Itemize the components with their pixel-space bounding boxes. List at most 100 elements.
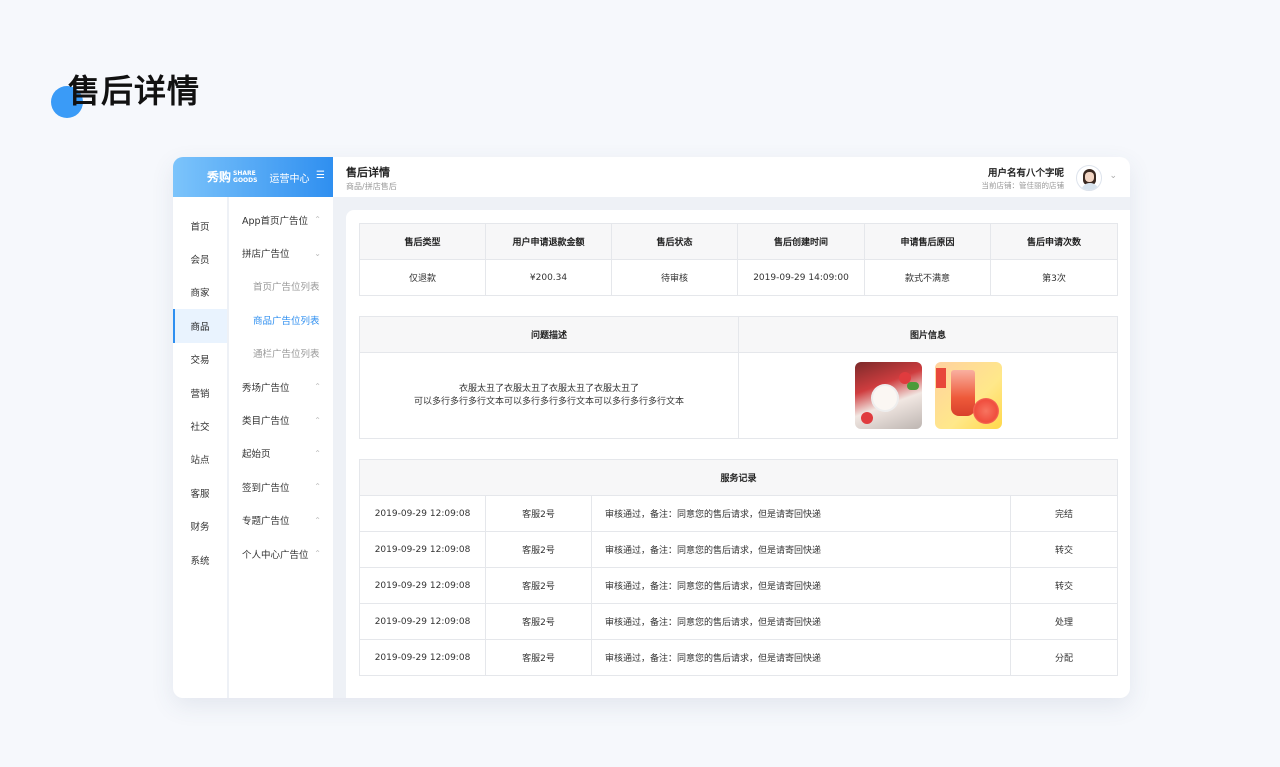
avatar-body (1081, 183, 1099, 190)
subnav-group-item[interactable]: 秀场广告位 ⌃ (229, 370, 333, 403)
problem-desc-cell: 衣服太丑了衣服太丑了衣服太丑了衣服太丑了 可以多行多行多行文本可以多行多行多行文… (359, 352, 739, 439)
record-agent: 客服2号 (485, 639, 592, 676)
app-window: 秀购 SHARE GOODS 运营中心 ☰ 售后详情 商品/拼店售后 用户名有八… (173, 157, 1130, 698)
summary-header-cell: 售后创建时间 (737, 223, 865, 260)
rail-item[interactable]: 客服 (173, 476, 227, 509)
subnav-group-item[interactable]: 拼店广告位 ⌄ (229, 236, 333, 269)
summary-value-cell: 待审核 (611, 259, 738, 296)
service-record-row: 2019-09-29 12:09:08 客服2号 审核通过，备注：同意您的售后请求，… (359, 603, 1119, 640)
dessert-cup (872, 386, 897, 410)
summary-value-cell: 仅退款 (359, 259, 486, 296)
brand-logo-en-2: GOODS (233, 177, 258, 184)
subnav-group-item[interactable]: 个人中心广告位 ⌃ (229, 537, 333, 570)
subnav-item-label: 签到广告位 (242, 482, 290, 494)
summary-header-cell: 申请售后原因 (864, 223, 991, 260)
record-status: 处理 (1009, 603, 1119, 640)
rail-item[interactable]: 交易 (173, 343, 227, 376)
mint-leaf (906, 382, 919, 390)
rail-item[interactable]: 首页 (173, 209, 227, 242)
strawberry-dessert-image[interactable] (854, 362, 922, 429)
subnav-item-label: 个人中心广告位 (242, 549, 309, 561)
menu-icon[interactable]: ☰ (316, 170, 325, 181)
service-record-row: 2019-09-29 12:09:08 客服2号 审核通过，备注：同意您的售后请求，… (359, 531, 1119, 568)
summary-value-cell: 款式不满意 (864, 259, 991, 296)
subnav-group-item[interactable]: 起始页 ⌃ (229, 437, 333, 470)
picture-list (739, 362, 1117, 429)
rail-item[interactable]: 营销 (173, 376, 227, 409)
pictures-cell (738, 352, 1118, 439)
subnav-group-item[interactable]: App首页广告位 ⌃ (229, 203, 333, 236)
subnav-child-item[interactable]: 通栏广告位列表 (229, 337, 333, 370)
after-sale-summary-table: 售后类型 用户申请退款金额 售后状态 售后创建时间 申请售后原因 售后申请次数 仅退款 ¥2… (359, 223, 1118, 296)
rail-item[interactable]: 站点 (173, 443, 227, 476)
chevron-up-icon: ⌃ (314, 215, 321, 225)
secondary-sidebar: App首页广告位 ⌃ 拼店广告位 ⌄ 首页广告位列表 商品广告位列表 通栏广告位列表 秀场广告… (229, 197, 333, 698)
username[interactable]: 用户名有八个字呢 (988, 165, 1064, 179)
record-time: 2019-09-29 12:09:08 (359, 603, 486, 640)
summary-value-row: 仅退款 ¥200.34 待审核 2019-09-29 14:09:00 款式不满意 第3次 (359, 259, 1118, 296)
rail-item[interactable]: 会员 (173, 242, 227, 275)
service-record-row: 2019-09-29 12:09:08 客服2号 审核通过，备注：同意您的售后请求，… (359, 639, 1119, 676)
problem-desc-header: 问题描述 (359, 316, 739, 353)
subnav-item-label: 商品广告位列表 (253, 315, 320, 327)
service-record-row: 2019-09-29 12:09:08 客服2号 审核通过，备注：同意您的售后请求，… (359, 495, 1119, 532)
topbar: 售后详情 商品/拼店售后 用户名有八个字呢 当前店铺：管佳丽的店铺 ⌄ (333, 157, 1130, 197)
subnav-child-item[interactable]: 首页广告位列表 (229, 270, 333, 303)
drink-label (935, 368, 946, 388)
rail-item[interactable]: 系统 (173, 543, 227, 576)
subnav-item-label: 类目广告位 (242, 416, 290, 428)
record-time: 2019-09-29 12:09:08 (359, 495, 486, 532)
rail-item[interactable]: 商品 (173, 309, 227, 343)
record-status: 转交 (1009, 567, 1119, 604)
record-note: 审核通过，备注：同意您的售后请求，但是请寄回快递 (591, 567, 1011, 604)
record-status: 完结 (1009, 495, 1119, 532)
record-note: 审核通过，备注：同意您的售后请求，但是请寄回快递 (591, 495, 1011, 532)
subnav-item-label: 秀场广告位 (242, 382, 290, 394)
problem-table: 问题描述 图片信息 衣服太丑了衣服太丑了衣服太丑了衣服太丑了 可以多行多行多行文… (359, 316, 1118, 439)
service-record-row: 2019-09-29 12:09:08 客服2号 审核通过，备注：同意您的售后请求，… (359, 567, 1119, 604)
pictures-header: 图片信息 (738, 316, 1118, 353)
topbar-title: 售后详情 (346, 166, 390, 179)
brand-bar: 秀购 SHARE GOODS 运营中心 ☰ (173, 157, 333, 197)
record-note: 审核通过，备注：同意您的售后请求，但是请寄回快递 (591, 639, 1011, 676)
chevron-up-icon: ⌃ (314, 515, 321, 525)
rail-item[interactable]: 社交 (173, 409, 227, 442)
summary-header-cell: 用户申请退款金额 (485, 223, 612, 260)
brand-center-label: 运营中心 (269, 173, 310, 185)
subnav-item-label: 拼店广告位 (242, 249, 290, 261)
breadcrumb[interactable]: 商品/拼店售后 (346, 181, 397, 192)
service-records-body: 2019-09-29 12:09:08 客服2号 审核通过，备注：同意您的售后请求，… (359, 495, 1119, 676)
record-time: 2019-09-29 12:09:08 (359, 567, 486, 604)
brand-logo[interactable]: 秀购 SHARE GOODS (207, 170, 257, 184)
brand-logo-mark: 秀购 (207, 169, 232, 184)
chevron-down-icon: ⌄ (314, 248, 321, 258)
record-agent: 客服2号 (485, 495, 592, 532)
subnav-child-item[interactable]: 商品广告位列表 (229, 303, 333, 336)
subnav-group-item[interactable]: 类目广告位 ⌃ (229, 403, 333, 436)
summary-header-cell: 售后类型 (359, 223, 486, 260)
summary-value-cell: ¥200.34 (485, 259, 612, 296)
problem-text: 衣服太丑了衣服太丑了衣服太丑了衣服太丑了 可以多行多行多行文本可以多行多行多行文… (360, 383, 738, 409)
avatar-face (1085, 172, 1094, 182)
record-agent: 客服2号 (485, 603, 592, 640)
grapefruit-drink-image[interactable] (934, 362, 1002, 429)
chevron-up-icon: ⌃ (314, 382, 321, 392)
subnav-group-item[interactable]: 专题广告位 ⌃ (229, 504, 333, 537)
main-content: 售后类型 用户申请退款金额 售后状态 售后创建时间 申请售后原因 售后申请次数 仅退款 ¥2… (346, 210, 1130, 698)
rail-item[interactable]: 财务 (173, 510, 227, 543)
record-time: 2019-09-29 12:09:08 (359, 531, 486, 568)
strawberry (860, 412, 873, 424)
current-store: 当前店铺：管佳丽的店铺 (981, 181, 1065, 190)
rail-item[interactable]: 商家 (173, 276, 227, 309)
summary-value-cell: 2019-09-29 14:09:00 (737, 259, 865, 296)
record-agent: 客服2号 (485, 567, 592, 604)
subnav-group-item[interactable]: 签到广告位 ⌃ (229, 470, 333, 503)
brand-logo-en-1: SHARE (233, 170, 256, 177)
subnav-item-label: 起始页 (242, 449, 271, 461)
subnav-item-label: App首页广告位 (242, 215, 309, 227)
chevron-up-icon: ⌃ (314, 415, 321, 425)
subnav-item-label: 专题广告位 (242, 516, 290, 528)
chevron-down-icon[interactable]: ⌄ (1109, 171, 1117, 181)
avatar[interactable] (1076, 165, 1102, 191)
subnav-item-label: 首页广告位列表 (253, 282, 320, 294)
